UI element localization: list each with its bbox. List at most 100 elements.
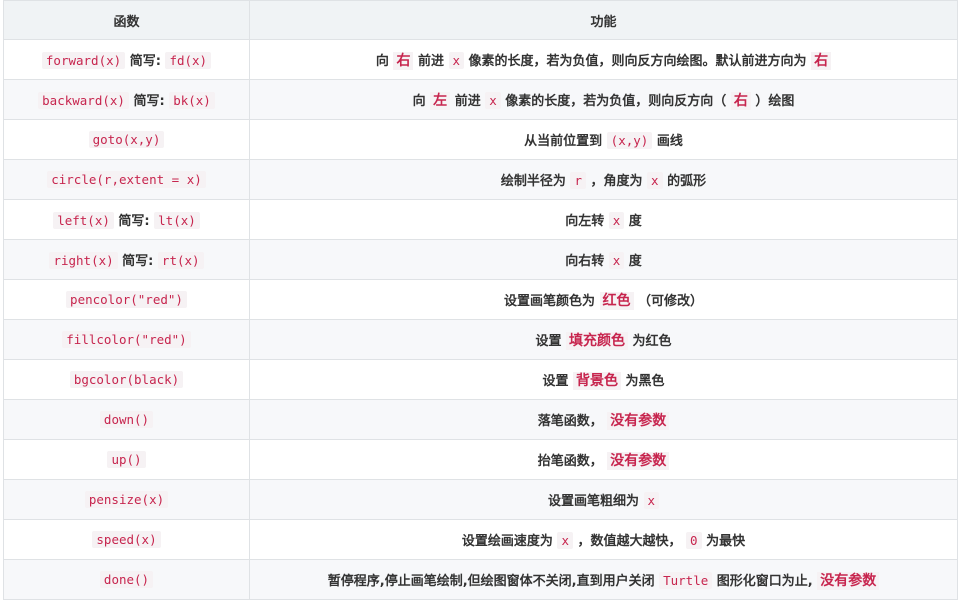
text-segment: 度 <box>624 214 642 229</box>
code-snippet: up() <box>107 450 146 468</box>
text-segment: 像素的长度，若为负值，则向反方向绘图。默认前进方向为 <box>464 53 812 69</box>
text-segment: 设置绘画速度为 <box>461 534 558 549</box>
table-row: forward(x) 简写: fd(x) 向 右 前进 x 像素的长度，若为负值，… <box>3 39 958 80</box>
function-cell: left(x) 简写: lt(x) <box>3 199 250 240</box>
code-snippet: fd(x) <box>165 52 212 69</box>
description-cell: 设置绘画速度为 x ，数值越大越快， 0 为最快 <box>249 519 958 560</box>
text-segment: 绘制半径为 <box>500 174 571 189</box>
code-snippet: x <box>557 532 573 549</box>
text-segment: 简写: <box>113 214 155 229</box>
code-snippet: fillcolor("red") <box>62 330 191 348</box>
code-snippet: Turtle <box>659 571 713 589</box>
function-cell: done() <box>3 559 250 600</box>
code-snippet: x <box>485 91 501 109</box>
description-cell: 向 右 前进 x 像素的长度，若为负值，则向反方向绘图。默认前进方向为 右 <box>249 39 958 80</box>
emphasis-text: 左 <box>430 91 451 110</box>
table-row: speed(x) 设置绘画速度为 x ，数值越大越快， 0 为最快 <box>3 519 958 560</box>
text-segment: 图形化窗口为止, <box>712 573 818 589</box>
code-snippet: bgcolor(black) <box>69 370 184 388</box>
table-row: left(x) 简写: lt(x) 向左转 x 度 <box>3 199 958 240</box>
function-cell: down() <box>3 399 250 440</box>
emphasis-text: 没有参数 <box>817 571 880 590</box>
text-segment: 前进 <box>450 93 486 109</box>
code-snippet: rt(x) <box>157 252 204 269</box>
code-snippet: x <box>608 252 625 269</box>
description-cell: 设置 填充颜色 为红色 <box>249 319 958 360</box>
text-segment: 为红色 <box>628 333 672 349</box>
table-row: down() 落笔函数， 没有参数 <box>3 399 958 440</box>
text-segment: 向右转 <box>565 254 609 269</box>
function-cell: pencolor("red") <box>3 279 250 320</box>
description-cell: 绘制半径为 r ，角度为 x 的弧形 <box>249 159 958 200</box>
code-snippet: r <box>570 172 586 189</box>
emphasis-text: 右 <box>811 51 832 70</box>
table-row: backward(x) 简写: bk(x) 向 左 前进 x 像素的长度，若为负值… <box>3 79 958 120</box>
code-snippet: pensize(x) <box>84 490 169 508</box>
description-cell: 向右转 x 度 <box>249 239 958 280</box>
text-segment: ，角度为 <box>585 174 648 189</box>
code-snippet: circle(r,extent = x) <box>47 170 206 188</box>
table-row: bgcolor(black) 设置 背景色 为黑色 <box>3 359 958 400</box>
text-segment: 画线 <box>652 134 683 149</box>
code-snippet: x <box>647 172 663 189</box>
text-segment: （可修改） <box>633 293 704 309</box>
code-snippet: 0 <box>686 532 702 549</box>
description-cell: 向左转 x 度 <box>249 199 958 240</box>
code-snippet: down() <box>99 410 154 428</box>
text-segment: 设置 <box>542 373 573 389</box>
code-snippet: x <box>643 492 660 509</box>
function-cell: fillcolor("red") <box>3 319 250 360</box>
text-segment: 设置画笔颜色为 <box>503 293 600 309</box>
table-row: up() 抬笔函数， 没有参数 <box>3 439 958 480</box>
code-snippet: goto(x,y) <box>88 130 165 148</box>
code-snippet: speed(x) <box>92 530 161 548</box>
text-segment: 简写: <box>125 54 166 69</box>
code-snippet: pencolor("red") <box>66 290 187 308</box>
function-cell: up() <box>3 439 250 480</box>
text-segment: 向左转 <box>565 214 609 229</box>
description-cell: 设置画笔粗细为 x <box>249 479 958 520</box>
function-cell: forward(x) 简写: fd(x) <box>3 39 250 80</box>
text-segment: 暂停程序,停止画笔绘制,但绘图窗体不关闭,直到用户关闭 <box>327 573 660 589</box>
code-snippet: lt(x) <box>154 212 200 229</box>
function-table: 函数 功能 forward(x) 简写: fd(x) 向 右 前进 x 像素的长度… <box>3 0 958 600</box>
description-cell: 落笔函数， 没有参数 <box>249 399 958 440</box>
emphasis-text: 右 <box>730 91 751 110</box>
header-function: 函数 <box>3 0 250 40</box>
emphasis-text: 没有参数 <box>607 411 670 430</box>
text-segment: 为最快 <box>701 534 746 549</box>
description-cell: 设置 背景色 为黑色 <box>249 359 958 400</box>
emphasis-text: 右 <box>393 51 414 70</box>
function-cell: goto(x,y) <box>3 119 250 160</box>
table-row: done() 暂停程序,停止画笔绘制,但绘图窗体不关闭,直到用户关闭 Turtle… <box>3 559 958 600</box>
text-segment: 简写: <box>117 254 158 269</box>
description-cell: 抬笔函数， 没有参数 <box>249 439 958 480</box>
text-segment: 像素的长度，若为负值，则向反方向（ <box>500 93 731 109</box>
text-segment: 从当前位置到 <box>524 134 607 149</box>
function-cell: bgcolor(black) <box>3 359 250 400</box>
text-segment: ，数值越大越快， <box>572 534 687 549</box>
code-snippet: bk(x) <box>169 92 215 109</box>
emphasis-text: 填充颜色 <box>566 331 628 350</box>
description-cell: 暂停程序,停止画笔绘制,但绘图窗体不关闭,直到用户关闭 Turtle 图形化窗口… <box>249 559 958 600</box>
text-segment: 抬笔函数， <box>537 453 608 469</box>
text-segment: 前进 <box>413 53 449 69</box>
code-snippet: x <box>448 51 465 69</box>
description-cell: 向 左 前进 x 像素的长度，若为负值，则向反方向（ 右 ）绘图 <box>249 79 958 120</box>
function-cell: speed(x) <box>3 519 250 560</box>
description-cell: 设置画笔颜色为 红色 （可修改） <box>249 279 958 320</box>
code-snippet: backward(x) <box>38 92 129 109</box>
table-row: pensize(x) 设置画笔粗细为 x <box>3 479 958 520</box>
table-row: circle(r,extent = x) 绘制半径为 r ，角度为 x 的弧形 <box>3 159 958 200</box>
text-segment: 落笔函数， <box>537 413 608 429</box>
code-snippet: done() <box>99 570 154 588</box>
emphasis-text: 没有参数 <box>607 451 670 470</box>
code-snippet: (x,y) <box>606 132 653 149</box>
function-cell: pensize(x) <box>3 479 250 520</box>
table-row: right(x) 简写: rt(x) 向右转 x 度 <box>3 239 958 280</box>
text-segment: 设置 <box>535 333 566 349</box>
code-snippet: x <box>608 212 625 229</box>
emphasis-text: 背景色 <box>573 371 621 390</box>
text-segment: 设置画笔粗细为 <box>547 494 644 509</box>
text-segment: 简写: <box>128 94 170 109</box>
